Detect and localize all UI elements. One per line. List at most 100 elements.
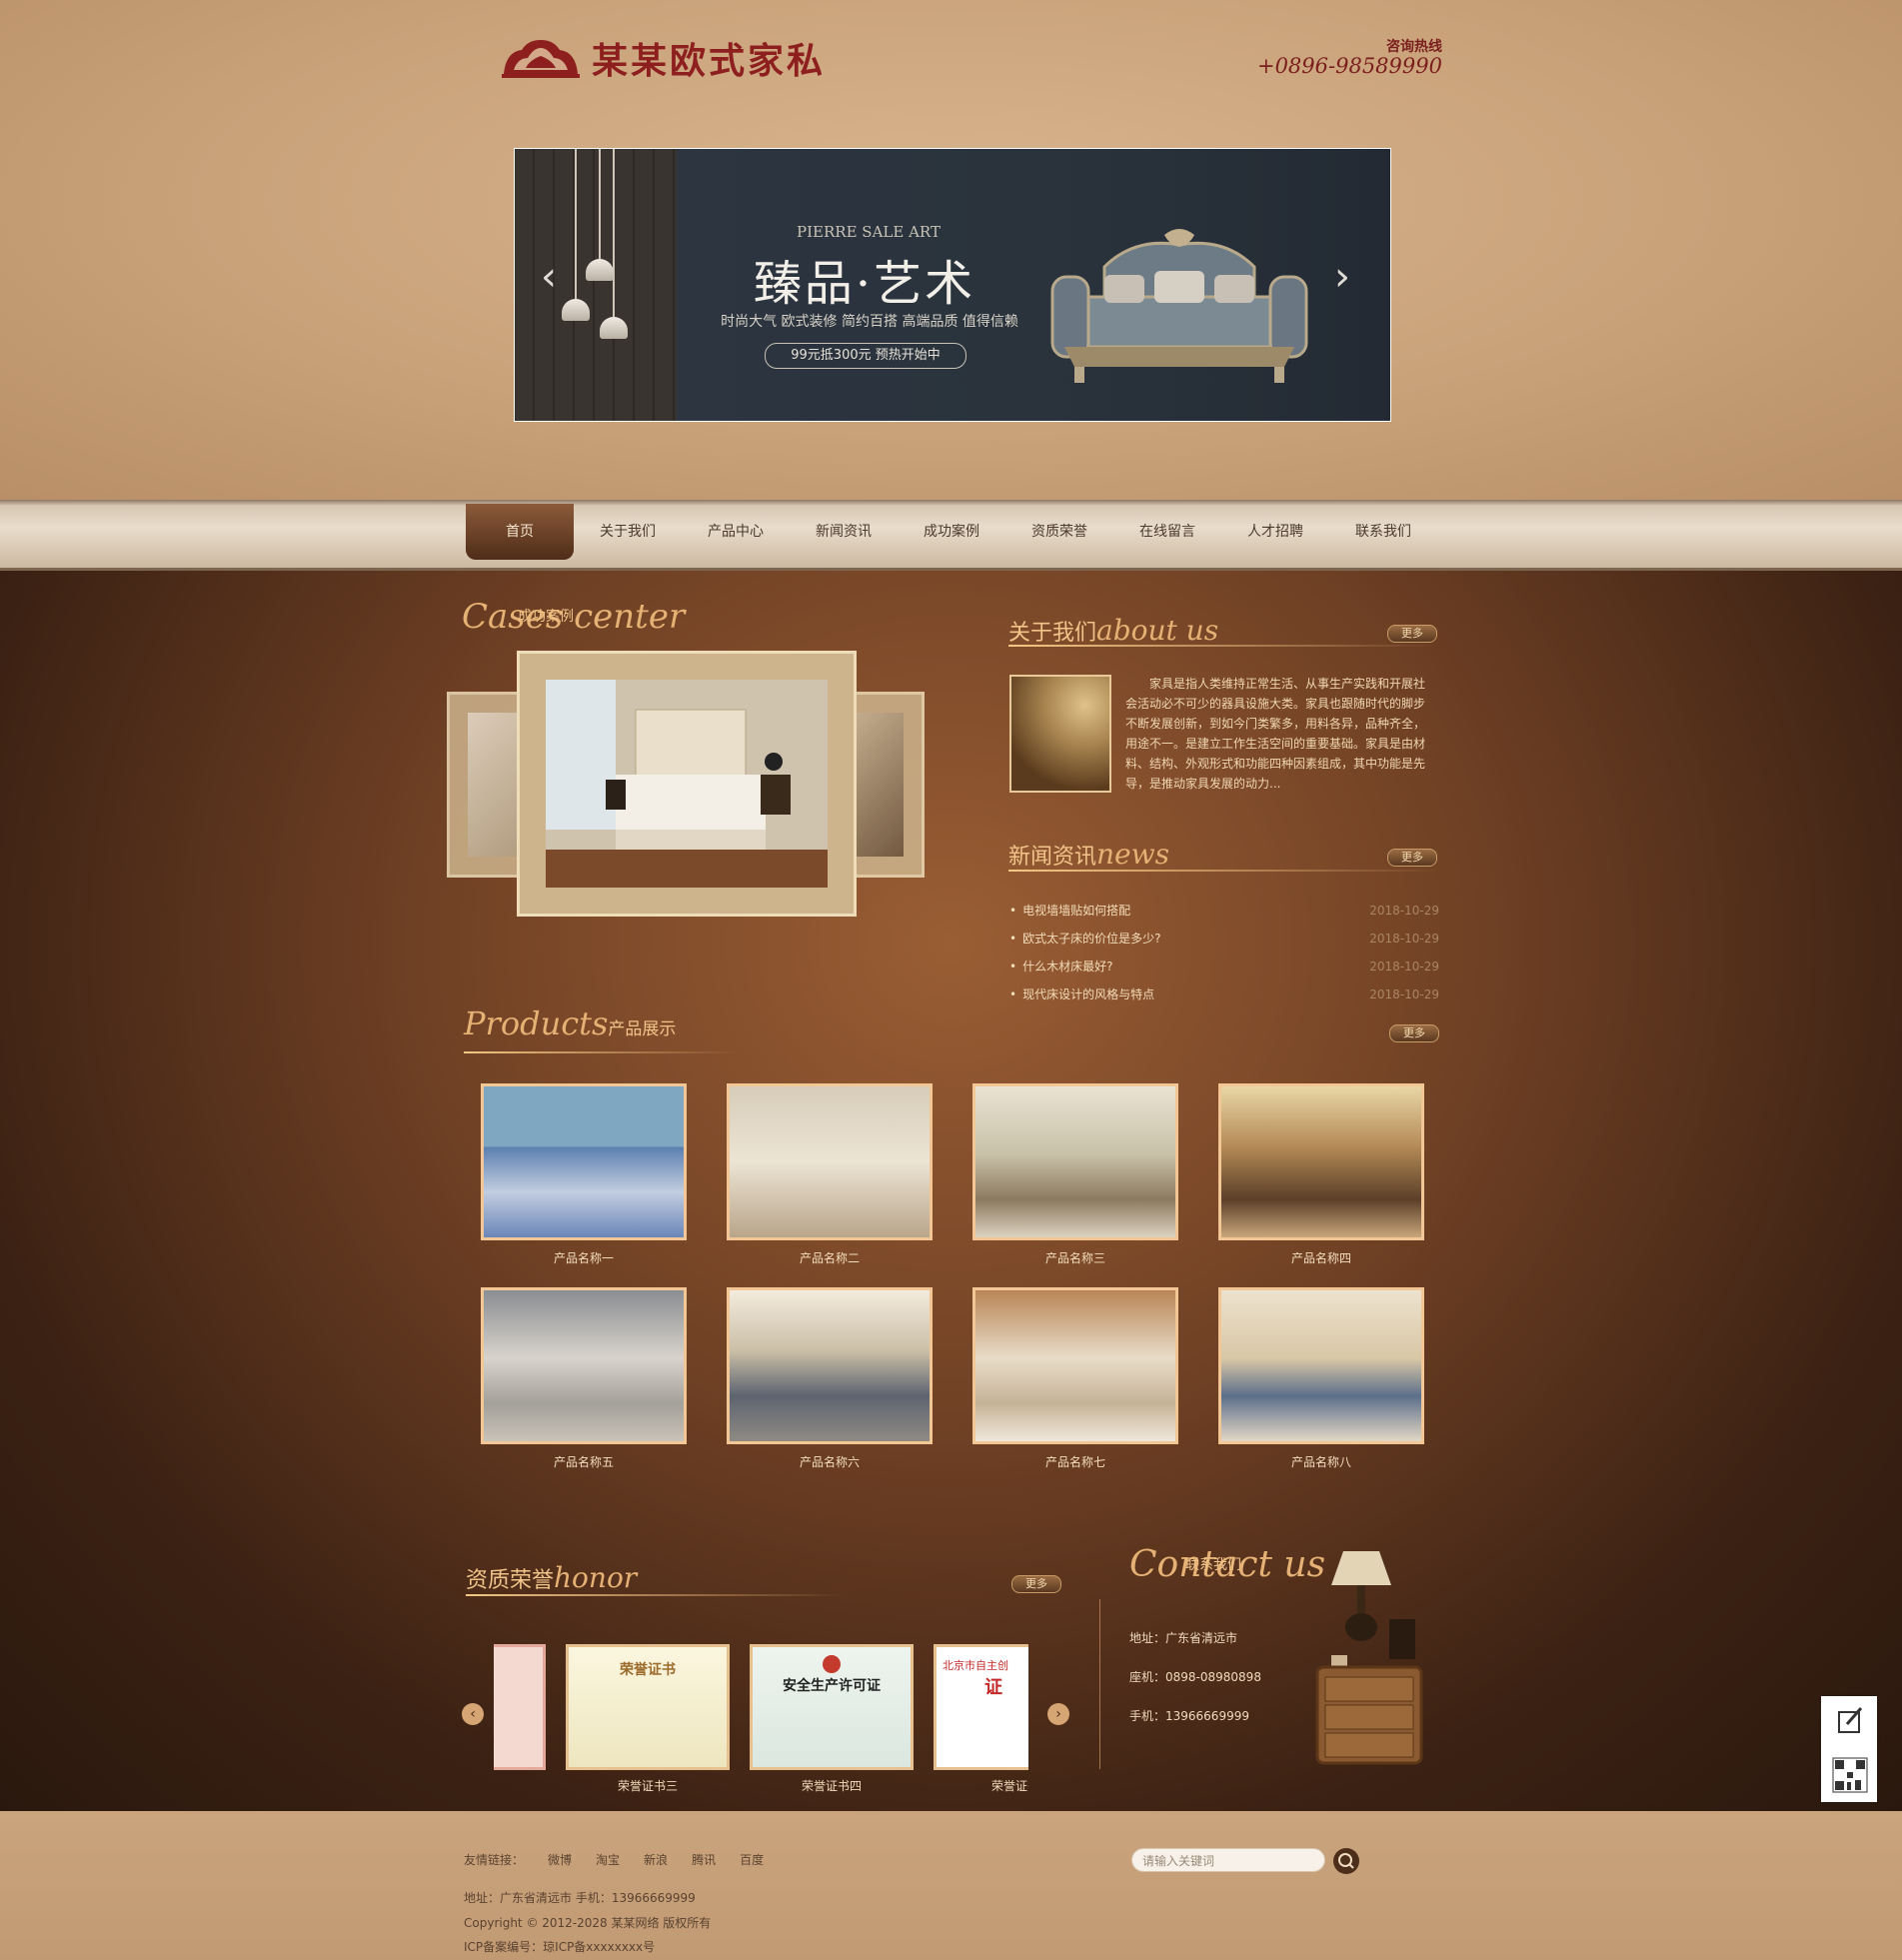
crown-logo-icon xyxy=(502,40,580,78)
contact-landline: 座机：0898-08980898 xyxy=(1129,1670,1261,1684)
nav-item-contact[interactable]: 联系我们 xyxy=(1329,504,1437,560)
banner-promo-badge[interactable]: 99元抵300元 预热开始中 xyxy=(765,343,966,369)
product-card[interactable]: 产品名称一 xyxy=(481,1083,687,1265)
cert-heading: 安全生产许可证 xyxy=(783,1678,881,1694)
edit-icon[interactable] xyxy=(1821,1696,1877,1746)
product-card[interactable]: 产品名称六 xyxy=(727,1287,933,1469)
products-more-button[interactable]: 更多 xyxy=(1389,1024,1439,1042)
news-item[interactable]: 欧式太子床的价位是多少? 2018-10-29 xyxy=(1009,928,1439,956)
honor-cert[interactable]: 北京市自主创 证 xyxy=(934,1644,1028,1770)
logo[interactable]: 某某欧式家私 xyxy=(500,32,826,84)
friend-link[interactable]: 腾讯 xyxy=(692,1851,716,1868)
product-card[interactable]: 产品名称二 xyxy=(727,1083,933,1265)
contact-info: 地址：广东省清远市 座机：0898-08980898 手机：1396666999… xyxy=(1129,1629,1261,1746)
product-card[interactable]: 产品名称八 xyxy=(1218,1287,1424,1469)
footer: 友情链接： 微博 淘宝 新浪 腾讯 百度 请输入关键词 地址：广东省清远市 手机… xyxy=(0,1811,1902,1960)
honor-cert[interactable]: 安全生产许可证 xyxy=(750,1644,914,1770)
product-image xyxy=(481,1083,687,1240)
product-card[interactable]: 产品名称五 xyxy=(481,1287,687,1469)
about-title-en: about us xyxy=(1096,614,1219,647)
chevron-left-icon[interactable]: ‹ xyxy=(541,257,557,297)
news-item[interactable]: 什么木材床最好? 2018-10-29 xyxy=(1009,956,1439,983)
about-more-button[interactable]: 更多 xyxy=(1387,625,1437,643)
news-item[interactable]: 现代床设计的风格与特点 2018-10-29 xyxy=(1009,983,1439,1011)
news-title[interactable]: 现代床设计的风格与特点 xyxy=(1009,983,1154,1011)
friend-link[interactable]: 新浪 xyxy=(644,1851,668,1868)
news-date: 2018-10-29 xyxy=(1369,932,1439,946)
contact-title-cn: 联系我们 xyxy=(1185,1557,1241,1573)
product-card[interactable]: 产品名称四 xyxy=(1218,1083,1424,1265)
friend-link[interactable]: 微博 xyxy=(548,1851,572,1868)
chevron-right-icon[interactable]: › xyxy=(1047,1703,1069,1725)
cert-heading: 北京市自主创 xyxy=(943,1659,1008,1672)
nav-item-message[interactable]: 在线留言 xyxy=(1113,504,1221,560)
product-image xyxy=(727,1083,933,1240)
contact-mobile: 手机：13966669999 xyxy=(1129,1709,1249,1723)
friend-links: 友情链接： 微博 淘宝 新浪 腾讯 百度 xyxy=(464,1851,788,1868)
pendant-lamp-icon xyxy=(586,259,614,281)
banner-wall-panel xyxy=(515,149,677,421)
case-frame-main[interactable] xyxy=(520,654,854,914)
brand-name: 某某欧式家私 xyxy=(592,41,827,82)
cert-heading: 荣誉证书 xyxy=(620,1662,676,1678)
pendant-lamp-icon xyxy=(600,317,628,339)
news-title[interactable]: 电视墙墙贴如何搭配 xyxy=(1009,900,1130,928)
contact-divider xyxy=(1099,1599,1100,1769)
product-name: 产品名称二 xyxy=(799,1251,860,1265)
cert-big-char: 证 xyxy=(984,1677,1002,1698)
nav-item-news[interactable]: 新闻资讯 xyxy=(790,504,898,560)
nav-item-cases[interactable]: 成功案例 xyxy=(898,504,1005,560)
honor-cert[interactable] xyxy=(494,1644,546,1770)
hero-banner[interactable]: PIERRE SALE ART 臻品·艺术 时尚大气 欧式装修 简约百搭 高端品… xyxy=(514,148,1391,422)
news-title[interactable]: 什么木材床最好? xyxy=(1009,956,1112,983)
nav-item-about[interactable]: 关于我们 xyxy=(574,504,682,560)
chevron-right-icon[interactable]: › xyxy=(1334,257,1350,297)
news-date: 2018-10-29 xyxy=(1369,987,1439,1001)
news-underline xyxy=(1008,870,1438,872)
news-title-en: news xyxy=(1096,838,1169,871)
news-more-button[interactable]: 更多 xyxy=(1387,849,1437,867)
cases-title-cn: 成功案例 xyxy=(518,609,574,625)
product-card[interactable]: 产品名称三 xyxy=(972,1083,1178,1265)
friend-link[interactable]: 淘宝 xyxy=(596,1851,620,1868)
search-input[interactable]: 请输入关键词 xyxy=(1131,1848,1325,1872)
search-icon xyxy=(1338,1853,1354,1869)
about-title-cn: 关于我们 xyxy=(1008,621,1097,646)
nav-item-jobs[interactable]: 人才招聘 xyxy=(1221,504,1329,560)
news-title[interactable]: 欧式太子床的价位是多少? xyxy=(1009,928,1160,956)
product-image xyxy=(972,1287,1178,1444)
news-date: 2018-10-29 xyxy=(1369,960,1439,974)
news-heading: 新闻资讯news xyxy=(1008,838,1169,871)
honor-more-button[interactable]: 更多 xyxy=(1011,1575,1061,1593)
footer-address: 地址：广东省清远市 手机：13966669999 xyxy=(464,1891,696,1905)
hotline-label: 咨询热线 xyxy=(1386,39,1442,55)
about-text: 家具是指人类维持正常生活、从事生产实践和开展社会活动必不可少的器具设施大类。家具… xyxy=(1125,677,1426,791)
product-image xyxy=(1218,1083,1424,1240)
product-grid: 产品名称一 产品名称二 产品名称三 产品名称四 产品名称五 产品名称六 产品名称… xyxy=(481,1083,1424,1469)
honor-title-en: honor xyxy=(554,1561,638,1594)
qr-code-icon[interactable] xyxy=(1821,1750,1877,1802)
sofa-image xyxy=(1050,229,1308,383)
about-heading: 关于我们about us xyxy=(1008,614,1218,647)
main-nav: 首页 关于我们 产品中心 新闻资讯 成功案例 资质荣誉 在线留言 人才招聘 联系… xyxy=(0,500,1902,571)
friend-links-label: 友情链接： xyxy=(464,1853,525,1867)
products-underline xyxy=(464,1051,736,1053)
product-card[interactable]: 产品名称七 xyxy=(972,1287,1178,1469)
product-image xyxy=(727,1287,933,1444)
nav-item-home[interactable]: 首页 xyxy=(466,504,574,560)
lamp-cord xyxy=(613,149,615,317)
about-underline xyxy=(1008,645,1438,647)
lamp-cord xyxy=(575,149,577,299)
contact-address: 地址：广东省清远市 xyxy=(1129,1631,1238,1645)
product-image xyxy=(1218,1287,1424,1444)
friend-link[interactable]: 百度 xyxy=(740,1851,764,1868)
nav-item-honor[interactable]: 资质荣誉 xyxy=(1005,504,1113,560)
news-item[interactable]: 电视墙墙贴如何搭配 2018-10-29 xyxy=(1009,900,1439,928)
search-button[interactable] xyxy=(1333,1848,1359,1874)
hotline-number: +0896-98589990 xyxy=(1256,54,1442,78)
product-image xyxy=(972,1083,1178,1240)
chevron-left-icon[interactable]: ‹ xyxy=(462,1703,484,1725)
honor-cert[interactable]: 荣誉证书 xyxy=(566,1644,730,1770)
honor-heading: 资质荣誉honor xyxy=(466,1561,637,1594)
nav-item-products[interactable]: 产品中心 xyxy=(682,504,790,560)
